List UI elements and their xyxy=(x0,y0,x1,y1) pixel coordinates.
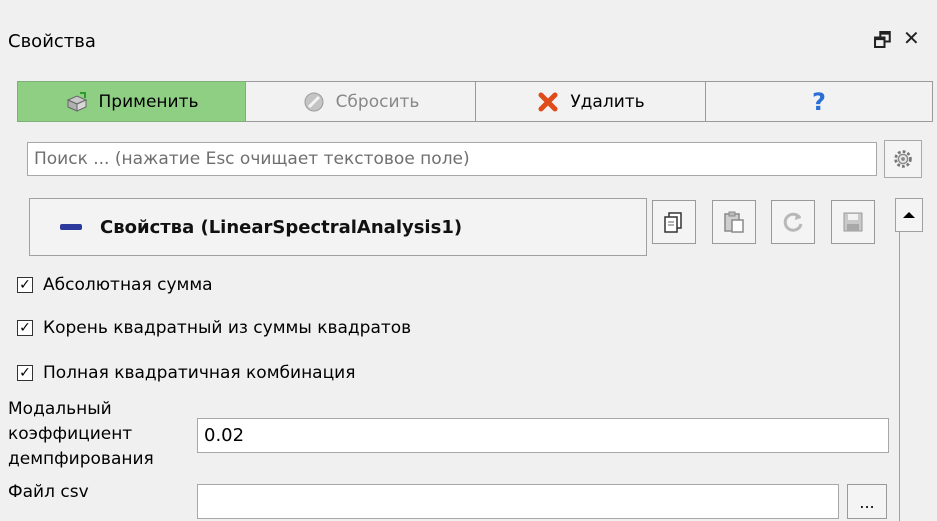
reset-icon xyxy=(302,90,326,114)
option-label: Абсолютная сумма xyxy=(43,275,213,295)
paste-icon xyxy=(722,210,746,234)
damping-label-line: демпфирования xyxy=(8,449,154,469)
copy-icon xyxy=(662,210,686,234)
panel-titlebar: Свойства 🗗 ✕ xyxy=(0,0,937,76)
paste-button[interactable] xyxy=(712,200,756,244)
collapse-icon[interactable] xyxy=(60,224,82,230)
option-srss[interactable]: ✓ Корень квадратный из суммы квадратов xyxy=(17,317,411,339)
reset-button[interactable]: Сбросить xyxy=(245,81,476,122)
float-panel-icon[interactable]: 🗗 xyxy=(873,26,892,60)
properties-section-header[interactable]: Свойства (LinearSpectralAnalysis1) xyxy=(29,198,647,256)
help-icon: ? xyxy=(812,87,826,116)
arrow-up-icon xyxy=(903,212,915,218)
option-label: Полная квадратичная комбинация xyxy=(43,363,356,383)
apply-button[interactable]: Применить xyxy=(17,81,246,122)
csv-label: Файл csv xyxy=(8,482,89,502)
checkbox-absolute-sum[interactable]: ✓ xyxy=(17,277,33,293)
panel-title: Свойства xyxy=(8,31,96,52)
copy-button[interactable] xyxy=(652,200,696,244)
apply-icon xyxy=(65,90,89,114)
damping-label-line: Модальный xyxy=(8,399,112,419)
scroll-track[interactable] xyxy=(899,232,900,521)
gear-icon xyxy=(891,147,915,171)
apply-label: Применить xyxy=(98,91,199,112)
csv-file-input[interactable] xyxy=(197,484,839,519)
search-settings-button[interactable] xyxy=(884,140,922,178)
damping-input[interactable] xyxy=(197,418,889,453)
delete-label: Удалить xyxy=(570,91,645,112)
option-label: Корень квадратный из суммы квадратов xyxy=(43,318,412,338)
damping-label: Модальный коэффициент демпфирования xyxy=(8,397,154,472)
delete-button[interactable]: Удалить xyxy=(475,81,706,122)
checkbox-cqc[interactable]: ✓ xyxy=(17,365,33,381)
option-absolute-sum[interactable]: ✓ Абсолютная сумма xyxy=(17,274,213,296)
vertical-scrollbar[interactable] xyxy=(895,198,923,521)
help-button[interactable]: ? xyxy=(705,81,933,122)
save-button[interactable] xyxy=(831,200,875,244)
section-title: Свойства (LinearSpectralAnalysis1) xyxy=(100,216,463,238)
browse-button[interactable]: ... xyxy=(847,484,887,519)
delete-icon xyxy=(536,90,560,114)
close-icon[interactable]: ✕ xyxy=(903,26,920,50)
damping-label-line: коэффициент xyxy=(8,424,133,444)
save-icon xyxy=(841,210,865,234)
option-cqc[interactable]: ✓ Полная квадратичная комбинация xyxy=(17,362,355,384)
reset-label: Сбросить xyxy=(335,91,420,112)
checkbox-srss[interactable]: ✓ xyxy=(17,320,33,336)
search-input[interactable] xyxy=(27,142,877,176)
refresh-icon xyxy=(781,210,805,234)
refresh-button[interactable] xyxy=(771,200,815,244)
scroll-up-button[interactable] xyxy=(895,198,923,232)
